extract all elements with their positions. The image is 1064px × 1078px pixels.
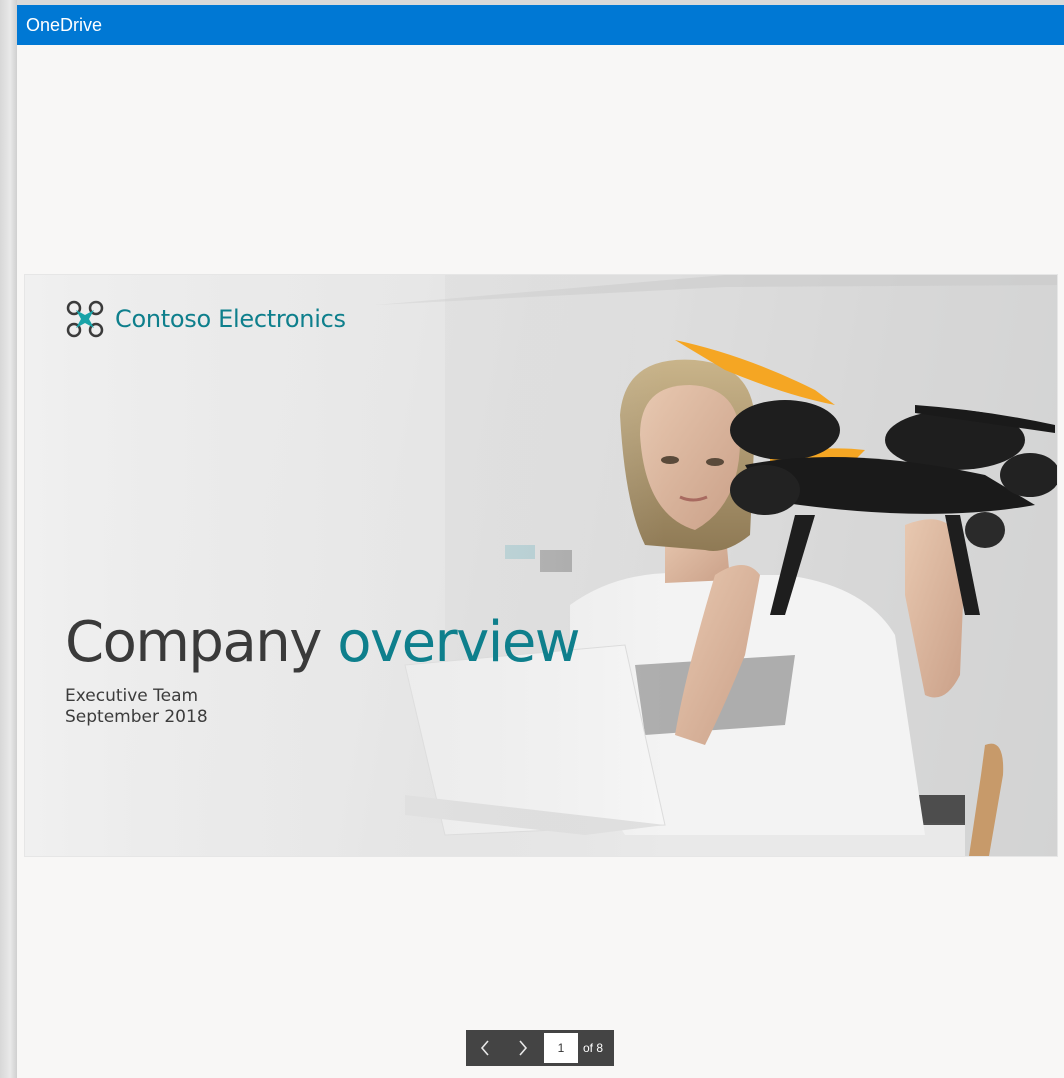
page-total: of 8 [583, 1041, 604, 1055]
onedrive-viewer-window: OneDrive Contoso Electronics Company ove… [17, 5, 1064, 1078]
slide-pager: of 8 [466, 1030, 614, 1066]
presentation-slide: Contoso Electronics Company overview Exe… [25, 275, 1057, 856]
chevron-left-icon [480, 1040, 489, 1056]
slide-headline: Company overview [65, 610, 581, 675]
brand-logo-group: Contoso Electronics [65, 299, 346, 339]
title-bar: OneDrive [17, 5, 1064, 45]
previous-slide-button[interactable] [466, 1030, 504, 1066]
subtitle-team: Executive Team [65, 686, 199, 706]
next-slide-button[interactable] [504, 1030, 542, 1066]
left-window-edge [0, 0, 17, 1078]
subtitle-date: September 2018 [65, 707, 208, 727]
headline-word-company: Company [65, 610, 322, 675]
app-title: OneDrive [26, 15, 103, 35]
brand-name: Contoso Electronics [115, 305, 346, 333]
drone-logo-icon [66, 300, 104, 338]
slide-subtitle: Executive Team September 2018 [65, 686, 208, 728]
headline-word-overview: overview [337, 610, 580, 675]
page-number-input[interactable] [544, 1033, 578, 1063]
chevron-right-icon [519, 1040, 528, 1056]
slide-photo [25, 275, 1057, 856]
